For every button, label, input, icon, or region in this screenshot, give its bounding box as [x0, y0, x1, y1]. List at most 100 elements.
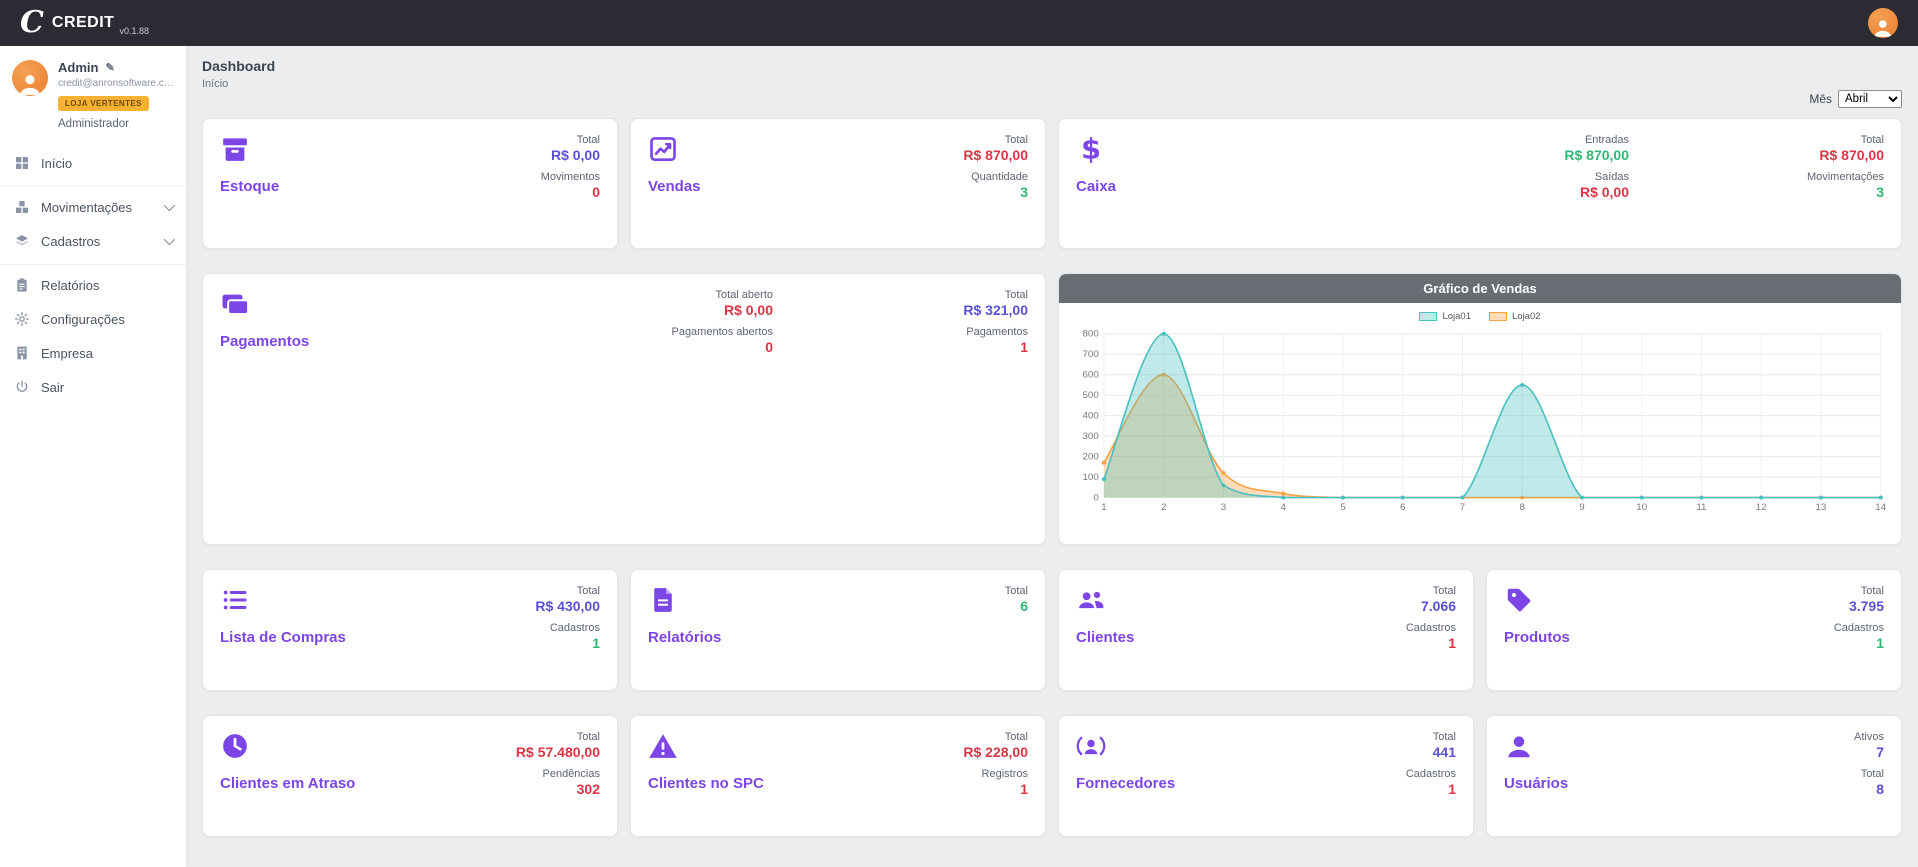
warning-icon — [648, 731, 678, 761]
stat-value: 1 — [1876, 635, 1884, 651]
user-icon — [1504, 731, 1534, 761]
stat-value: 1 — [1020, 781, 1028, 797]
stat-value: 8 — [1876, 781, 1884, 797]
card-stats: Total6 — [923, 585, 1028, 675]
stat-column: Total6 — [923, 585, 1028, 675]
stat-label: Pagamentos abertos — [671, 326, 773, 338]
sidebar-item-empresa[interactable]: Empresa — [0, 336, 186, 370]
stat-value: 1 — [1448, 635, 1456, 651]
sidebar-item-movimentacoes[interactable]: Movimentações — [0, 186, 186, 224]
person-icon — [17, 70, 43, 96]
card-left: $Caixa — [1076, 134, 1116, 233]
card-clientes-em-atraso: Clientes em AtrasoTotalR$ 57.480,00Pendê… — [202, 715, 618, 837]
card-clientes-no-spc: Clientes no SPCTotalR$ 228,00Registros1 — [630, 715, 1046, 837]
profile-avatar[interactable] — [12, 60, 48, 96]
svg-text:600: 600 — [1083, 370, 1099, 381]
card-title-clientes-no-spc[interactable]: Clientes no SPC — [648, 775, 764, 792]
svg-text:14: 14 — [1875, 502, 1886, 513]
card-title-clientes[interactable]: Clientes — [1076, 629, 1134, 646]
user-avatar[interactable] — [1868, 8, 1898, 38]
svg-text:700: 700 — [1083, 349, 1099, 360]
month-select[interactable]: Abril — [1838, 90, 1902, 108]
card-left: Pagamentos — [220, 289, 309, 529]
sidebar-item-label: Cadastros — [41, 234, 100, 249]
legend-swatch — [1489, 312, 1507, 321]
profile-name: Admin — [58, 60, 98, 75]
sidebar-item-cadastros[interactable]: Cadastros — [0, 224, 186, 258]
stat-value: 1 — [1020, 339, 1028, 355]
card-left: Produtos — [1504, 585, 1570, 675]
app-logo: C — [20, 8, 44, 38]
grid-icon — [14, 155, 30, 171]
svg-text:3: 3 — [1221, 502, 1226, 513]
card-title-usuarios[interactable]: Usuários — [1504, 775, 1568, 792]
boxes-icon — [14, 199, 30, 215]
sidebar-item-inicio[interactable]: Início — [0, 146, 186, 180]
stat-value: 3 — [1876, 184, 1884, 200]
stat-label: Cadastros — [550, 622, 600, 634]
stat-value: 1 — [592, 635, 600, 651]
svg-text:300: 300 — [1083, 431, 1099, 442]
svg-text:6: 6 — [1400, 502, 1405, 513]
stat-value: 6 — [1020, 598, 1028, 614]
brand-name: CREDIT — [52, 14, 115, 32]
store-badge: LOJA VERTENTES — [58, 96, 149, 111]
card-left: Clientes — [1076, 585, 1134, 675]
legend-item: Loja02 — [1489, 311, 1541, 322]
stat-value: R$ 321,00 — [963, 302, 1028, 318]
svg-text:0: 0 — [1093, 493, 1098, 504]
stat-label: Ativos — [1854, 731, 1884, 743]
stat-column: TotalR$ 870,00Quantidade3 — [923, 134, 1028, 233]
svg-text:200: 200 — [1083, 452, 1099, 463]
card-relatorios: Relatórios Total6 — [630, 569, 1046, 691]
legend-item: Loja01 — [1419, 311, 1471, 322]
sidebar-item-label: Relatórios — [41, 278, 100, 293]
stat-label: Total — [577, 731, 600, 743]
svg-text:13: 13 — [1815, 502, 1826, 513]
chart-legend: Loja01 Loja02 — [1059, 303, 1901, 322]
card-title-produtos[interactable]: Produtos — [1504, 629, 1570, 646]
stat-value: 0 — [592, 184, 600, 200]
card-title-clientes-em-atraso[interactable]: Clientes em Atraso — [220, 775, 355, 792]
stat-column: TotalR$ 430,00Cadastros1 — [495, 585, 600, 675]
card-title-estoque[interactable]: Estoque — [220, 178, 279, 195]
card-grafico-de-vendas: Gráfico de VendasLoja01Loja0201002003004… — [1058, 273, 1902, 545]
card-title-lista-de-compras[interactable]: Lista de Compras — [220, 629, 346, 646]
sidebar-item-label: Início — [41, 156, 72, 171]
breadcrumb: Início — [202, 78, 1902, 90]
svg-text:10: 10 — [1636, 502, 1647, 513]
card-lista-de-compras: Lista de Compras TotalR$ 430,00Cadastros1 — [202, 569, 618, 691]
card-fornecedores: FornecedoresTotal441Cadastros1 — [1058, 715, 1474, 837]
stat-label: Movimentos — [541, 171, 600, 183]
stat-label: Total — [1433, 731, 1456, 743]
sidebar-item-sair[interactable]: Sair — [0, 370, 186, 404]
sidebar-item-configuracoes[interactable]: Configurações — [0, 302, 186, 336]
card-title-fornecedores[interactable]: Fornecedores — [1076, 775, 1175, 792]
card-title-caixa[interactable]: Caixa — [1076, 178, 1116, 195]
stat-value: 7 — [1876, 744, 1884, 760]
stat-column: TotalR$ 321,00Pagamentos1 — [923, 289, 1028, 529]
edit-profile-icon[interactable]: ✎ — [105, 61, 114, 74]
svg-text:1: 1 — [1101, 502, 1106, 513]
stat-value: R$ 0,00 — [724, 302, 773, 318]
power-icon — [14, 379, 30, 395]
card-title-pagamentos[interactable]: Pagamentos — [220, 333, 309, 350]
stat-value: 3 — [1020, 184, 1028, 200]
card-title-relatorios[interactable]: Relatórios — [648, 629, 721, 646]
svg-text:12: 12 — [1756, 502, 1767, 513]
sidebar-item-label: Configurações — [41, 312, 125, 327]
sidebar-item-relatorios[interactable]: Relatórios — [0, 264, 186, 302]
card-stats: TotalR$ 0,00Movimentos0 — [495, 134, 600, 233]
month-label: Mês — [1809, 92, 1832, 106]
chevron-down-icon — [164, 234, 175, 245]
profile-role: Administrador — [58, 118, 174, 130]
stat-label: Total — [1861, 134, 1884, 146]
svg-text:11: 11 — [1696, 502, 1706, 513]
profile-email: credit@anronsoftware.co... — [58, 78, 174, 89]
chart-line-icon — [648, 134, 678, 164]
card-left: Relatórios — [648, 585, 721, 675]
svg-text:9: 9 — [1579, 502, 1584, 513]
stat-value: 7.066 — [1421, 598, 1456, 614]
card-left: Lista de Compras — [220, 585, 346, 675]
card-title-vendas[interactable]: Vendas — [648, 178, 701, 195]
